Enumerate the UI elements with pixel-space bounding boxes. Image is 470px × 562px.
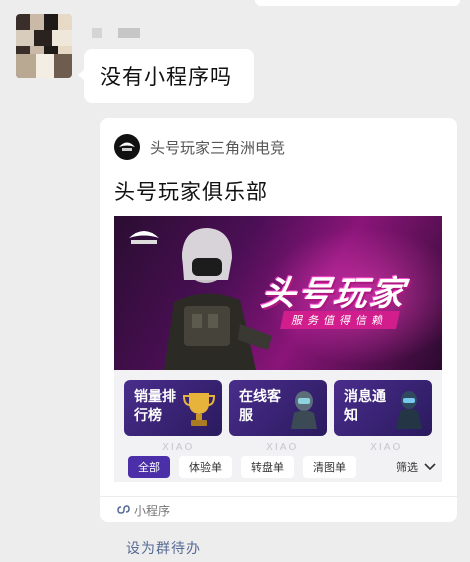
shortcut-label: 消息通知 [344,389,386,424]
sender-avatar[interactable] [16,14,72,78]
filter-chip-clear[interactable]: 清图单 [303,456,356,478]
shortcut-notifications[interactable]: 消息通知 [334,380,432,436]
decor-text: XIAO [162,442,195,453]
shortcut-customer-service[interactable]: 在线客服 [229,380,327,436]
banner-subtitle: 服务值得信赖 [280,311,400,329]
filter-dropdown-label: 筛选 [396,461,418,474]
message-bubble[interactable]: 没有小程序吗 [78,49,254,103]
filter-chip-wheel[interactable]: 转盘单 [241,456,294,478]
filter-dropdown[interactable]: 筛选 [396,459,438,475]
card-footer: 小程序 [116,502,170,519]
promo-banner: 头号玩家 服务值得信赖 [114,216,442,370]
sender-nickname [92,28,140,38]
chevron-down-icon [424,463,436,471]
shortcut-label: 销量排行榜 [134,389,176,424]
shortcut-label: 在线客服 [239,389,281,424]
agent-icon [287,388,321,430]
banner-title: 头号玩家 [258,274,409,314]
mini-program-card[interactable]: 头号玩家三角洲电竞 头号玩家俱乐部 头号玩家 服务值得信赖 销量排行榜 在线客服… [100,118,457,522]
source-name: 头号玩家三角洲电竞 [150,138,286,157]
banner-logo-icon [124,224,164,248]
decor-text: XIAO [266,442,299,453]
card-divider [100,496,457,497]
previous-message-bubble [255,0,460,6]
set-group-todo-link[interactable]: 设为群待办 [126,538,201,558]
message-text: 没有小程序吗 [100,65,232,89]
mini-program-label: 小程序 [134,504,171,518]
trophy-icon [182,388,216,430]
shortcut-grid: 销量排行榜 在线客服 消息通知 [124,380,432,436]
filter-bar: 全部 体验单 转盘单 清图单 筛选 [128,456,438,478]
brand-logo-icon [114,134,140,160]
decor-text: XIAO [370,442,403,453]
soldier-icon [392,388,426,430]
card-header: 头号玩家三角洲电竞 [114,134,285,160]
filter-chip-trial[interactable]: 体验单 [179,456,232,478]
shortcut-sales-ranking[interactable]: 销量排行榜 [124,380,222,436]
card-preview: 头号玩家 服务值得信赖 销量排行榜 在线客服 消息通知 XIAO XIAO XI… [114,216,442,482]
mini-program-icon [117,504,130,514]
filter-chip-all[interactable]: 全部 [128,456,170,478]
card-title: 头号玩家俱乐部 [114,180,268,204]
